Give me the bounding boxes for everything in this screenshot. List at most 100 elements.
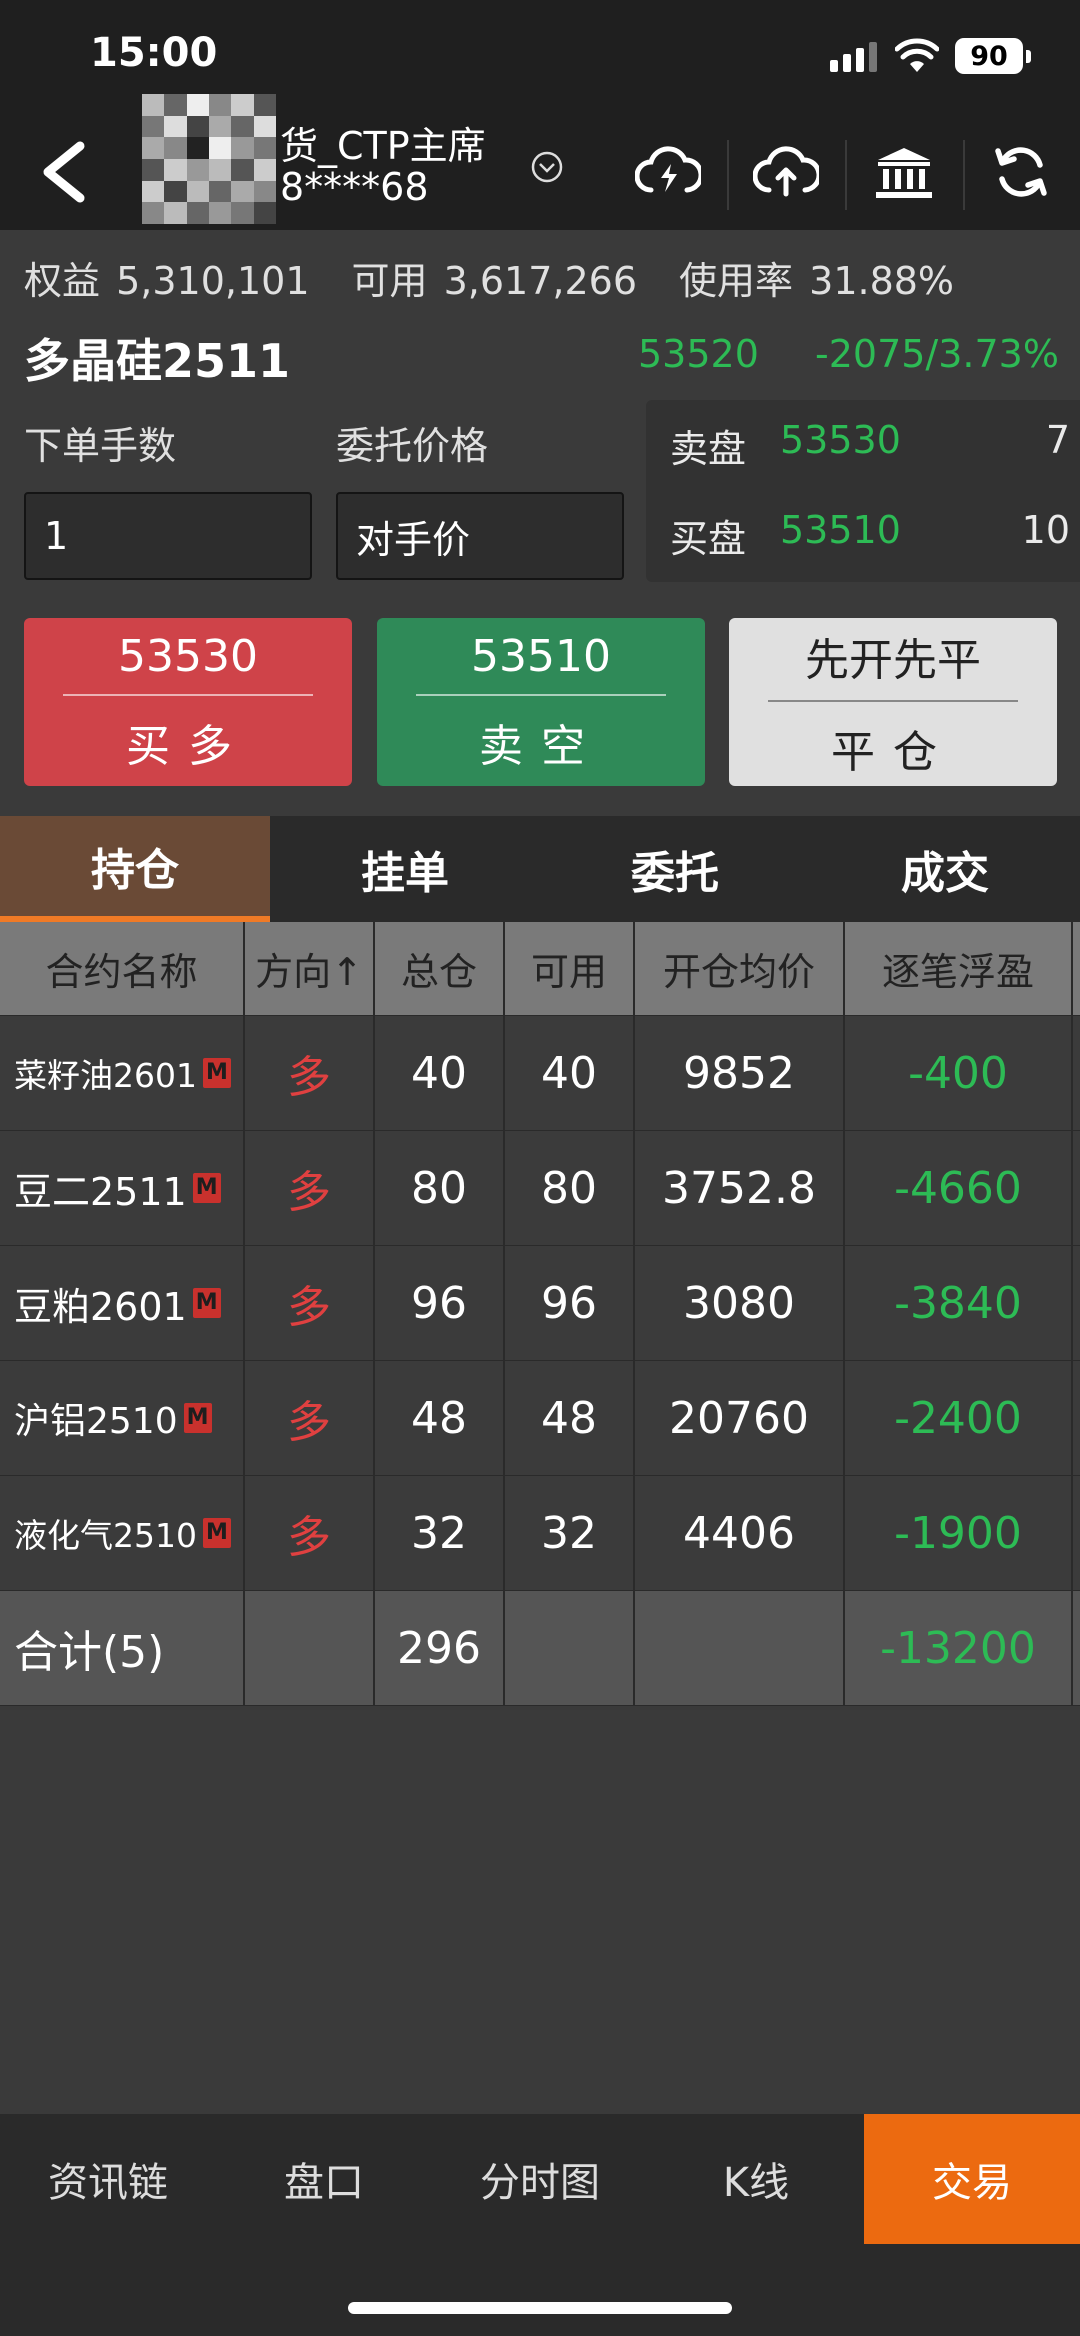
total-qty-sum: 296	[375, 1591, 505, 1705]
positions-table: 合约名称 方向↑ 总仓 可用 开仓均价 逐笔浮盈 菜籽油2601 M 多 40 4…	[0, 922, 1080, 1706]
overflow	[1073, 1016, 1080, 1130]
back-icon[interactable]	[30, 132, 100, 212]
direction: 多	[245, 1016, 375, 1130]
total-qty: 80	[375, 1131, 505, 1245]
contract-cell: 豆二2511 M	[0, 1131, 245, 1245]
empty-cell	[505, 1591, 635, 1705]
total-qty: 40	[375, 1016, 505, 1130]
nav-news[interactable]: 资讯链	[0, 2114, 216, 2244]
contract-cell: 沪铝2510 M	[0, 1361, 245, 1475]
contract-cell: 豆粕2601 M	[0, 1246, 245, 1360]
sell-short-button[interactable]: 53510 卖空	[377, 618, 705, 786]
available: 可用 3,617,266	[352, 259, 638, 303]
table-row[interactable]: 豆粕2601 M 多 96 96 3080 -3840	[0, 1246, 1080, 1361]
table-row[interactable]: 液化气2510 M 多 32 32 4406 -1900	[0, 1476, 1080, 1591]
overflow	[1073, 1591, 1080, 1705]
total-row: 合计(5) 296 -13200	[0, 1591, 1080, 1706]
divider	[727, 140, 729, 210]
close-position-button[interactable]: 先开先平 平仓	[729, 618, 1057, 786]
qty-label: 下单手数	[24, 424, 177, 468]
col-direction[interactable]: 方向↑	[245, 922, 375, 1015]
available-label: 可用	[351, 259, 428, 303]
direction: 多	[245, 1476, 375, 1590]
cloud-upload-icon[interactable]	[746, 132, 826, 212]
nav-depth[interactable]: 盘口	[216, 2114, 432, 2244]
contract-name: 菜籽油2601	[14, 1056, 197, 1095]
buy-long-button[interactable]: 53530 买多	[24, 618, 352, 786]
available-qty: 32	[505, 1476, 635, 1590]
cloud-lightning-icon[interactable]	[628, 132, 708, 212]
col-total[interactable]: 总仓	[375, 922, 505, 1015]
available-qty: 96	[505, 1246, 635, 1360]
total-pnl: -13200	[845, 1591, 1073, 1705]
col-available[interactable]: 可用	[505, 922, 635, 1015]
tab-trades[interactable]: 成交	[810, 816, 1080, 922]
refresh-icon[interactable]	[981, 132, 1061, 212]
qty-input[interactable]: 1	[24, 492, 312, 580]
bank-icon[interactable]	[864, 132, 944, 212]
tab-pending[interactable]: 挂单	[270, 816, 540, 922]
account-summary: 权益 5,310,101 可用 3,617,266 使用率 31.88%	[24, 250, 996, 305]
floating-pnl: -3840	[845, 1246, 1073, 1360]
avg-price: 9852	[635, 1016, 845, 1130]
usage-label: 使用率	[679, 259, 794, 303]
col-pnl[interactable]: 逐笔浮盈	[845, 922, 1073, 1015]
equity-label: 权益	[24, 259, 101, 303]
buy-price: 53530	[63, 631, 313, 696]
contract-name: 沪铝2510	[14, 1401, 178, 1442]
ask-volume: 7	[1045, 418, 1070, 462]
price-input[interactable]: 对手价	[336, 492, 624, 580]
total-qty: 32	[375, 1476, 505, 1590]
main-contract-badge: M	[183, 1403, 212, 1433]
status-time: 15:00	[90, 30, 218, 76]
wifi-icon	[895, 38, 939, 72]
contract-cell: 液化气2510 M	[0, 1476, 245, 1590]
empty-cell	[635, 1591, 845, 1705]
sell-label: 卖空	[479, 720, 603, 772]
floating-pnl: -1900	[845, 1476, 1073, 1590]
contract-name: 豆粕2601	[14, 1284, 187, 1329]
table-row[interactable]: 豆二2511 M 多 80 80 3752.8 -4660	[0, 1131, 1080, 1246]
main-contract-badge: M	[202, 1518, 231, 1548]
nav-kline[interactable]: K线	[648, 2114, 864, 2244]
nav-bar: 货_CTP主席 8****68	[0, 94, 1080, 230]
product-name[interactable]: 多晶硅2511	[24, 325, 290, 391]
account-name[interactable]: 货_CTP主席	[280, 115, 486, 170]
direction: 多	[245, 1246, 375, 1360]
table-row[interactable]: 沪铝2510 M 多 48 48 20760 -2400	[0, 1361, 1080, 1476]
nav-timeshare[interactable]: 分时图	[432, 2114, 648, 2244]
close-label: 平仓	[831, 727, 955, 778]
tab-orders[interactable]: 委托	[540, 816, 810, 922]
tab-positions[interactable]: 持仓	[0, 816, 270, 922]
table-row[interactable]: 菜籽油2601 M 多 40 40 9852 -400	[0, 1016, 1080, 1131]
home-indicator[interactable]	[348, 2302, 732, 2314]
available-qty: 80	[505, 1131, 635, 1245]
bid-price: 53510	[780, 508, 901, 552]
equity-value: 5,310,101	[116, 259, 310, 303]
col-avg-price[interactable]: 开仓均价	[635, 922, 845, 1015]
contract-cell: 菜籽油2601 M	[0, 1016, 245, 1130]
table-header: 合约名称 方向↑ 总仓 可用 开仓均价 逐笔浮盈	[0, 922, 1080, 1016]
direction: 多	[245, 1131, 375, 1245]
floating-pnl: -400	[845, 1016, 1073, 1130]
overflow	[1073, 1361, 1080, 1475]
order-book: 卖盘 53530 7 买盘 53510 10	[646, 400, 1080, 582]
chevron-down-icon[interactable]	[530, 150, 564, 184]
close-mode: 先开先平	[768, 624, 1018, 702]
col-contract[interactable]: 合约名称	[0, 922, 245, 1015]
usage-value: 31.88%	[809, 259, 955, 303]
nav-trade[interactable]: 交易	[864, 2114, 1080, 2244]
main-contract-badge: M	[192, 1288, 221, 1318]
overflow	[1073, 1131, 1080, 1245]
sell-price: 53510	[416, 631, 666, 696]
equity: 权益 5,310,101	[24, 259, 310, 303]
avg-price: 3752.8	[635, 1131, 845, 1245]
tab-bar: 持仓 挂单 委托 成交	[0, 816, 1080, 922]
overflow	[1073, 1476, 1080, 1590]
contract-name: 豆二2511	[14, 1169, 187, 1214]
available-qty: 48	[505, 1361, 635, 1475]
account-id[interactable]: 8****68	[280, 165, 429, 209]
overflow	[1073, 1246, 1080, 1360]
ask-label: 卖盘	[670, 427, 747, 471]
bid-label: 买盘	[670, 517, 747, 561]
